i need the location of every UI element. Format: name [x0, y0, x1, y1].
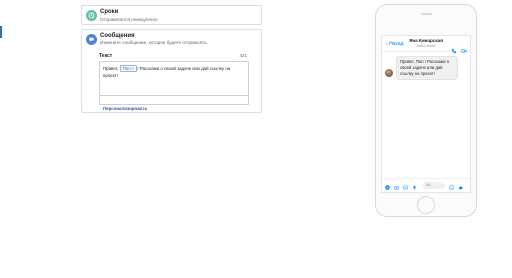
message-step-title: Сообщения — [100, 33, 135, 39]
personalize-bar: Персонализировать — [99, 96, 249, 111]
token-remove-icon[interactable]: × — [132, 66, 135, 71]
phone-home-button — [417, 196, 435, 214]
deadline-step-card[interactable]: Сроки Отправляется немедленно — [81, 5, 262, 25]
composer-input[interactable]: Aa — [423, 182, 445, 189]
video-call-icon[interactable] — [461, 41, 467, 59]
message-step-subtitle: Измените сообщение, которое будете отпра… — [100, 40, 208, 45]
message-step-card: Сообщения Измените сообщение, которое бу… — [81, 29, 262, 113]
message-bubble: Привет, Пол ! Расскажи о своей задаче ил… — [396, 56, 458, 80]
emoji-icon[interactable] — [449, 177, 454, 195]
deadline-step-title: Сроки — [100, 9, 119, 15]
messenger-header: ‹ Назад Яна Кинарская Activo ahora — [382, 36, 470, 54]
personalize-button[interactable]: Персонализировать — [103, 106, 147, 111]
char-count: 421 — [239, 53, 247, 58]
plus-icon[interactable] — [385, 177, 390, 195]
deadline-step-subtitle: Отправляется немедленно — [100, 17, 158, 22]
contact-avatar — [385, 69, 393, 77]
camera-icon[interactable] — [394, 177, 399, 195]
thumbs-up-icon[interactable] — [458, 177, 463, 195]
token-label: Пол — [122, 66, 131, 71]
left-edge-accent — [0, 26, 2, 38]
message-text-input[interactable]: Привет, Пол×! Расскажи о своей задаче ил… — [99, 61, 249, 96]
microphone-icon[interactable] — [412, 177, 417, 195]
phone-preview: ‹ Назад Яна Кинарская Activo ahora Приве… — [375, 4, 477, 217]
messenger-composer: Aa — [382, 178, 470, 192]
phone-speaker — [421, 13, 432, 15]
first-name-token[interactable]: Пол× — [119, 65, 138, 72]
text-field-label: Текст — [99, 53, 113, 59]
image-icon[interactable] — [403, 177, 408, 195]
chat-icon — [86, 34, 97, 45]
clock-icon — [86, 10, 97, 21]
messenger-screen: ‹ Назад Яна Кинарская Activo ahora Приве… — [381, 35, 471, 193]
message-text-prefix: Привет, — [103, 66, 119, 71]
